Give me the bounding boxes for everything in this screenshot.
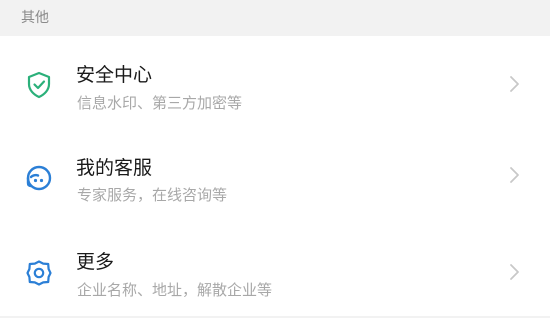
gear-icon <box>24 258 54 288</box>
list-item-title: 更多 <box>76 251 115 273</box>
section-title: 其他 <box>21 10 49 26</box>
chevron-right-icon <box>507 262 521 282</box>
list-item-security-center[interactable]: 安全中心 信息水印、第三方加密等 <box>0 36 550 128</box>
customer-service-icon <box>24 163 54 193</box>
chevron-right-icon <box>507 165 521 185</box>
settings-list: 安全中心 信息水印、第三方加密等 我的客服 专家服务，在线咨询等 更多 企业名称… <box>0 36 550 316</box>
section-header: 其他 <box>0 0 550 36</box>
list-item-subtitle: 企业名称、地址，解散企业等 <box>77 281 273 299</box>
list-item-title: 我的客服 <box>76 157 153 179</box>
list-item-customer-service[interactable]: 我的客服 专家服务，在线咨询等 <box>0 132 550 224</box>
shield-check-icon <box>24 70 54 100</box>
list-item-title: 安全中心 <box>76 64 153 86</box>
list-item-subtitle: 信息水印、第三方加密等 <box>77 94 243 112</box>
list-item-subtitle: 专家服务，在线咨询等 <box>77 186 228 204</box>
list-item-more[interactable]: 更多 企业名称、地址，解散企业等 <box>0 226 550 318</box>
chevron-right-icon <box>507 74 521 94</box>
